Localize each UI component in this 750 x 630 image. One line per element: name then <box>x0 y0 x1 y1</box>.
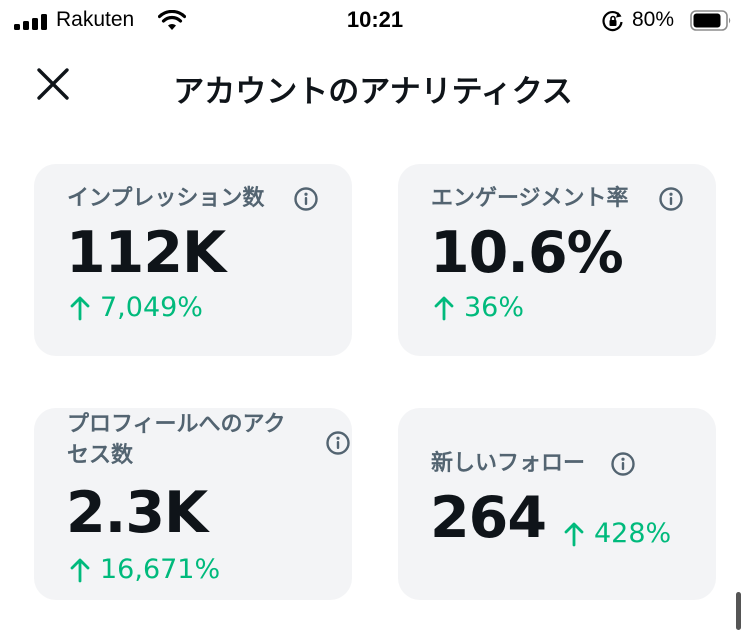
info-icon[interactable] <box>610 451 636 477</box>
info-icon[interactable] <box>325 430 351 456</box>
profile-visits-label: プロフィールへのアク セス数 <box>67 409 285 471</box>
impressions-value: 112K <box>66 220 226 286</box>
impressions-delta: 7,049% <box>70 292 203 323</box>
header: アカウントのアナリティクス <box>0 50 750 120</box>
battery-percentage: 80% <box>632 8 675 31</box>
new-follows-delta-text: 428% <box>594 518 672 549</box>
engagement-rate-label: エンゲージメント率 <box>431 186 629 211</box>
engagement-rate-delta-text: 36% <box>464 292 525 323</box>
impressions-label: インプレッション数 <box>67 186 265 211</box>
profile-visits-delta: 16,671% <box>70 554 220 585</box>
info-icon[interactable] <box>293 186 319 212</box>
profile-visits-label-line2: セス数 <box>67 443 134 468</box>
scrollbar[interactable] <box>736 592 741 630</box>
profile-visits-delta-text: 16,671% <box>100 554 221 585</box>
arrow-up-icon <box>70 558 90 582</box>
profile-visits-label-line1: プロフィールへのアク <box>67 412 286 437</box>
new-follows-delta: 428% <box>564 518 671 549</box>
battery-icon <box>690 10 731 31</box>
arrow-up-icon <box>70 296 90 320</box>
engagement-rate-value: 10.6% <box>430 220 624 286</box>
profile-visits-card[interactable]: プロフィールへのアク セス数 2.3K 16,671% <box>34 408 352 600</box>
orientation-lock-icon <box>602 10 623 32</box>
profile-visits-value: 2.3K <box>66 480 208 546</box>
new-follows-card[interactable]: 新しいフォロー 264 428% <box>398 408 716 600</box>
engagement-rate-delta: 36% <box>434 292 524 323</box>
arrow-up-icon <box>434 296 454 320</box>
new-follows-value: 264 <box>430 485 547 551</box>
impressions-delta-text: 7,049% <box>100 292 203 323</box>
status-bar: Rakuten 10:21 80% <box>0 0 750 44</box>
impressions-card[interactable]: インプレッション数 112K 7,049% <box>34 164 352 356</box>
new-follows-label: 新しいフォロー <box>431 451 586 476</box>
page-title: アカウントのアナリティクス <box>173 74 573 110</box>
engagement-rate-card[interactable]: エンゲージメント率 10.6% 36% <box>398 164 716 356</box>
arrow-up-icon <box>564 522 584 546</box>
info-icon[interactable] <box>658 186 684 212</box>
